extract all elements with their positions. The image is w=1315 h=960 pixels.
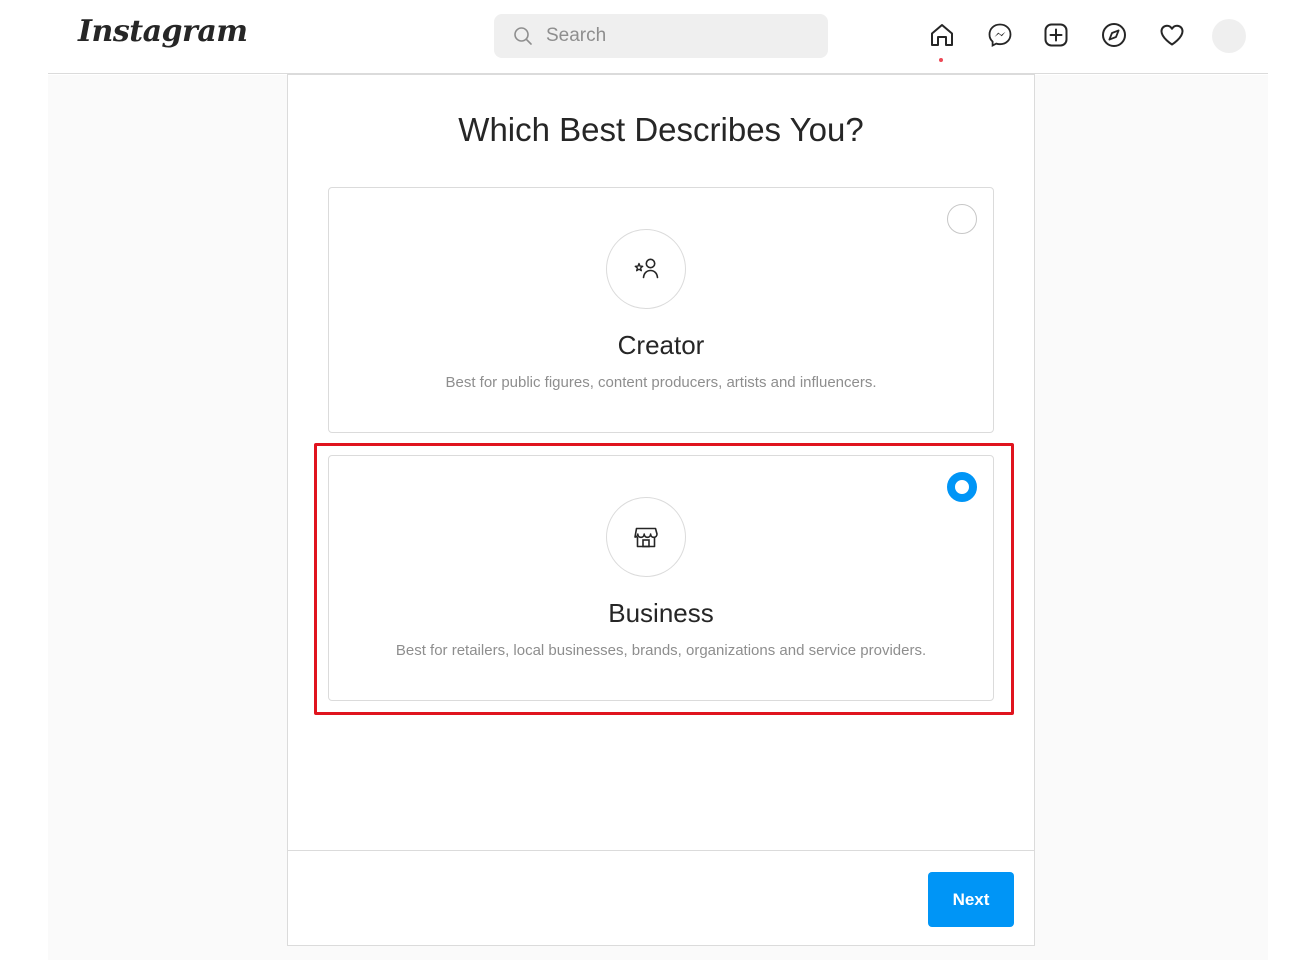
messenger-icon xyxy=(988,23,1012,47)
profile-avatar[interactable] xyxy=(1212,19,1246,53)
creator-icon xyxy=(634,258,659,279)
activity-heart-icon xyxy=(1160,24,1184,46)
home-button[interactable] xyxy=(925,18,959,52)
creator-option-card[interactable]: Creator Best for public figures, content… xyxy=(328,187,994,433)
new-post-button[interactable] xyxy=(1039,18,1073,52)
home-icon xyxy=(931,24,953,46)
home-notification-dot xyxy=(939,58,943,62)
search-input[interactable] xyxy=(546,14,816,58)
business-option-card[interactable]: Business Best for retailers, local busin… xyxy=(328,455,994,701)
top-nav-bar: Instagram xyxy=(48,0,1268,74)
account-type-panel: Which Best Describes You? Creator Best f… xyxy=(287,74,1035,946)
page-title: Which Best Describes You? xyxy=(458,111,864,148)
creator-option-title: Creator xyxy=(617,330,705,360)
search-icon xyxy=(514,27,532,45)
shop-icon xyxy=(634,527,658,548)
messenger-button[interactable] xyxy=(983,18,1017,52)
business-option-title: Business xyxy=(608,598,714,628)
new-post-icon xyxy=(1044,23,1068,47)
business-icon-circle xyxy=(606,497,686,577)
explore-button[interactable] xyxy=(1097,18,1131,52)
activity-button[interactable] xyxy=(1155,18,1189,52)
next-button[interactable]: Next xyxy=(928,872,1014,927)
business-option-description: Best for retailers, local businesses, br… xyxy=(395,642,927,659)
explore-icon xyxy=(1102,23,1126,47)
panel-footer: Next xyxy=(288,850,1034,946)
creator-radio-button[interactable] xyxy=(947,204,977,234)
instagram-logo[interactable]: Instagram xyxy=(78,14,248,49)
search-box[interactable] xyxy=(494,14,828,58)
business-radio-button[interactable] xyxy=(947,472,977,502)
creator-option-description: Best for public figures, content produce… xyxy=(445,374,877,391)
creator-icon-circle xyxy=(606,229,686,309)
page-background: Which Best Describes You? Creator Best f… xyxy=(48,74,1268,960)
